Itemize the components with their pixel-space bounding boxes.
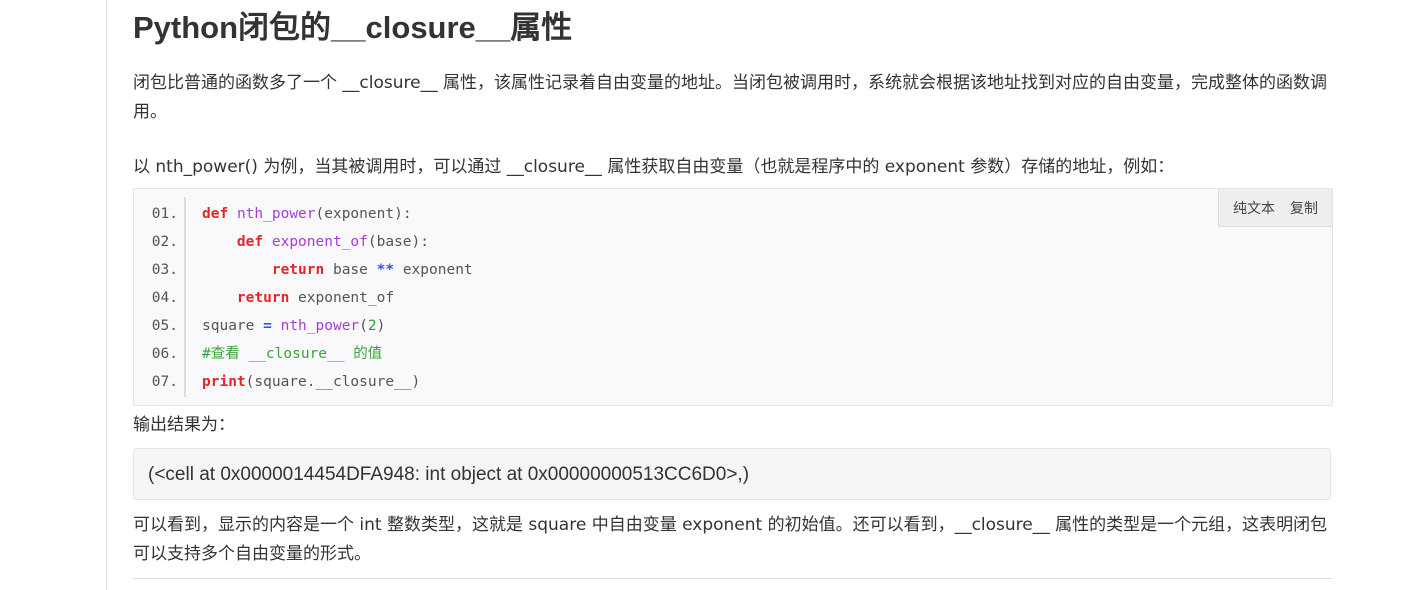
number-literal: 2 (367, 318, 377, 334)
function-name: nth_power (236, 206, 316, 222)
operator: ** (376, 262, 395, 278)
page-title: Python闭包的__closure__属性 (133, 10, 573, 45)
function-name: nth_power (280, 318, 360, 334)
keyword: print (202, 374, 246, 390)
code-text: (base): (367, 234, 429, 250)
code-line: 07. print(square.__closure__) (134, 368, 420, 396)
code-line: 05. square = nth_power(2) (134, 312, 386, 340)
code-text: square (202, 318, 255, 334)
plain-text-button[interactable]: 纯文本 (1233, 198, 1275, 218)
line-number: 05. (151, 318, 178, 334)
keyword: return (236, 290, 290, 306)
keyword: return (271, 262, 325, 278)
code-comment: #查看 __closure__ 的值 (202, 346, 383, 362)
code-text: exponent (402, 262, 473, 278)
code-line: 06. #查看 __closure__ 的值 (134, 340, 382, 368)
code-text: base (332, 262, 368, 278)
left-divider (106, 0, 107, 590)
line-number: 07. (151, 374, 178, 390)
paragraph-conclusion: 可以看到，显示的内容是一个 int 整数类型，这就是 square 中自由变量 … (133, 515, 1328, 564)
keyword: def (236, 234, 264, 250)
code-text: (exponent): (315, 206, 412, 222)
line-number: 02. (151, 234, 178, 250)
bottom-divider (133, 578, 1333, 579)
copy-button[interactable]: 复制 (1290, 198, 1318, 218)
line-number: 03. (151, 262, 178, 278)
code-text: (square.__closure__) (245, 374, 421, 390)
paragraph-example: 以 nth_power() 为例，当其被调用时，可以通过 __closure__… (133, 157, 1175, 177)
code-line: 01. def nth_power(exponent): (134, 200, 412, 228)
output-block: (<cell at 0x0000014454DFA948: int object… (133, 448, 1331, 500)
operator: = (263, 318, 272, 334)
line-number: 04. (151, 290, 178, 306)
code-line: 03. return base ** exponent (134, 256, 473, 284)
code-line: 02. def exponent_of(base): (134, 228, 429, 256)
keyword: def (202, 206, 229, 222)
paragraph-output-label: 输出结果为： (133, 415, 235, 435)
code-text: exponent_of (298, 290, 395, 306)
paragraph-intro: 闭包比普通的函数多了一个 __closure__ 属性，该属性记录着自由变量的地… (133, 73, 1327, 122)
function-name: exponent_of (271, 234, 368, 250)
code-block: 纯文本 复制 01. def nth_power(exponent): 02. d… (133, 188, 1333, 406)
line-number: 06. (151, 346, 178, 362)
code-toolbar: 纯文本 复制 (1218, 189, 1332, 227)
line-number: 01. (151, 206, 178, 222)
code-line: 04. return exponent_of (134, 284, 394, 312)
